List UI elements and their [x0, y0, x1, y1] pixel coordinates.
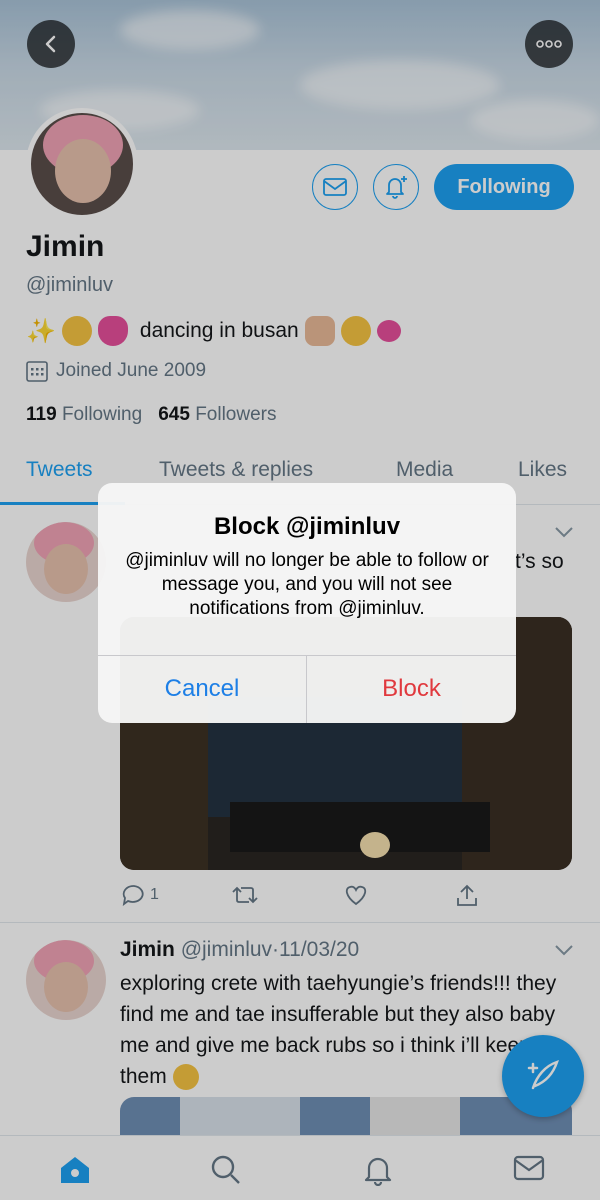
block-button[interactable]: Block	[307, 655, 516, 723]
dialog-message: @jiminluv will no longer be able to foll…	[125, 550, 489, 619]
block-confirm-dialog: Block @jiminluv @jiminluv will no longer…	[98, 483, 516, 723]
cancel-button[interactable]: Cancel	[98, 655, 306, 723]
dialog-title: Block @jiminluv	[213, 513, 401, 540]
